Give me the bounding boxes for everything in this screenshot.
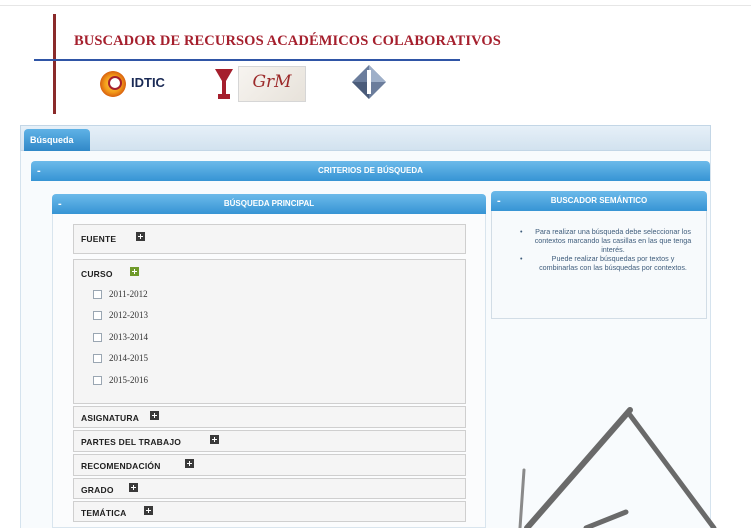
main-search-title: BÚSQUEDA PRINCIPAL [223, 199, 315, 208]
collapse-curso-icon[interactable] [130, 267, 139, 276]
research-group-logo: GrM [210, 66, 306, 102]
curso-checkbox[interactable] [93, 333, 102, 342]
filter-grado-label: GRADO [81, 485, 114, 495]
filter-curso-label: CURSO [81, 269, 113, 279]
expand-asignatura-icon[interactable] [150, 411, 159, 420]
expand-recomendacion-icon[interactable] [185, 459, 194, 468]
filter-asignatura[interactable]: ASIGNATURA [73, 406, 466, 428]
chalice-icon [215, 69, 233, 99]
filter-tematica[interactable]: TEMÁTICA [73, 501, 466, 522]
curso-checkbox[interactable] [93, 311, 102, 320]
semantic-collapse-toggle[interactable]: - [497, 191, 501, 211]
expand-partes-icon[interactable] [210, 435, 219, 444]
filter-grado[interactable]: GRADO [73, 478, 466, 499]
semantic-search-header[interactable]: - BUSCADOR SEMÁNTICO [491, 191, 707, 211]
filter-partes-label: PARTES DEL TRABAJO [81, 437, 182, 447]
filter-recomendacion[interactable]: RECOMENDACIÓN [73, 454, 466, 476]
institution-diamond-logo [352, 65, 386, 99]
tab-busqueda[interactable]: Búsqueda [24, 129, 90, 152]
curso-checkbox[interactable] [93, 376, 102, 385]
curso-option-label: 2014-2015 [109, 353, 148, 363]
gidtic-g-icon [108, 76, 122, 90]
main-search-collapse-toggle[interactable]: - [58, 194, 62, 214]
filter-asignatura-label: ASIGNATURA [81, 413, 140, 423]
site-title: BUSCADOR DE RECURSOS ACADÉMICOS COLABORA… [74, 33, 501, 49]
criteria-collapse-toggle[interactable]: - [37, 161, 41, 181]
semantic-tips-list: Para realizar una búsqueda debe seleccio… [518, 227, 694, 272]
curso-checkbox[interactable] [93, 290, 102, 299]
filter-fuente-label: FUENTE [81, 234, 117, 244]
expand-tematica-icon[interactable] [144, 506, 153, 515]
semantic-tip: Puede realizar búsquedas por textos y co… [518, 254, 694, 272]
tab-bar [20, 125, 711, 151]
semantic-tip: Para realizar una búsqueda debe seleccio… [518, 227, 694, 254]
filter-recomendacion-label: RECOMENDACIÓN [81, 461, 161, 471]
gidtic-logo: IDTIC [100, 70, 180, 98]
main-search-header[interactable]: - BÚSQUEDA PRINCIPAL [52, 194, 486, 214]
curso-option-label: 2015-2016 [109, 375, 148, 385]
filter-tematica-label: TEMÁTICA [81, 508, 127, 518]
semantic-search-title: BUSCADOR SEMÁNTICO [550, 196, 648, 205]
banner-horizontal-rule [34, 59, 460, 61]
filter-fuente[interactable]: FUENTE [73, 224, 466, 254]
curso-option-label: 2011-2012 [109, 289, 148, 299]
expand-fuente-icon[interactable] [136, 232, 145, 241]
criteria-section-title: CRITERIOS DE BÚSQUEDA [318, 166, 423, 175]
criteria-section-header[interactable]: - CRITERIOS DE BÚSQUEDA [31, 161, 710, 181]
gidtic-logo-text: IDTIC [131, 75, 165, 90]
banner-vertical-rule [53, 14, 56, 114]
research-group-script: GrM [238, 66, 306, 102]
curso-checkbox[interactable] [93, 354, 102, 363]
top-divider [0, 5, 751, 6]
filter-partes-del-trabajo[interactable]: PARTES DEL TRABAJO [73, 430, 466, 452]
expand-grado-icon[interactable] [129, 483, 138, 492]
curso-option-label: 2012-2013 [109, 310, 148, 320]
curso-option-label: 2013-2014 [109, 332, 148, 342]
